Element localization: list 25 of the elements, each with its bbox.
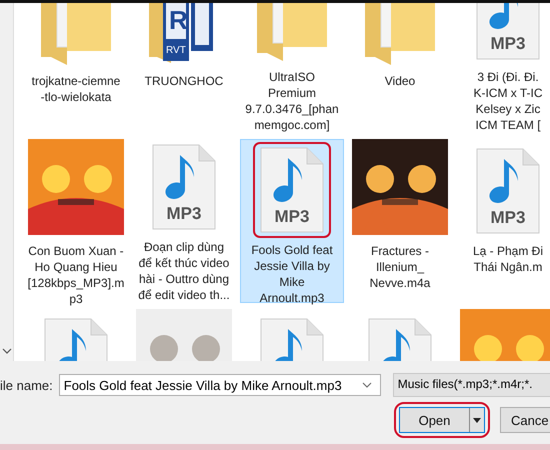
file-tile[interactable]: MP3 3 Đi (Đi. Đi. K-ICM x T-IC Kelsey x Zic ICM TEAM [ xyxy=(456,3,550,133)
file-tile[interactable]: Video xyxy=(348,3,452,133)
file-name: TRUONGHOC xyxy=(144,73,224,89)
caret-icon xyxy=(473,418,481,422)
file-tile[interactable]: MP3 Đoạn clip dùng để kết thúc video hài - Outtro dùng để edit video th... xyxy=(132,139,236,303)
file-name: Fractures - Illenium_ Nevve.m4a xyxy=(370,243,430,291)
file-name: UltraISO Premium 9.7.0.3476_[phan memgoc.com] xyxy=(245,69,339,133)
file-name: Fools Gold feat Jessie Villa by Mike Arnoult.mp3 xyxy=(251,242,333,306)
file-name: trojkatne-ciemne -tlo-wielokata xyxy=(32,73,120,105)
file-tile[interactable]: UltraISO Premium 9.7.0.3476_[phan memgoc.com] xyxy=(240,3,344,133)
file-tile[interactable]: MP3 Fools Gold feat Jessie Villa by Mike Arnoult.mp3 xyxy=(240,139,344,303)
file-type-dropdown[interactable]: Music files(*.mp3;*.m4r;*. xyxy=(392,373,550,397)
file-tile[interactable]: MP3 Lạ - Phạm Đi Thái Ngân.m xyxy=(456,139,550,303)
file-name: 3 Đi (Đi. Đi. K-ICM x T-IC Kelsey x Zic ICM TEAM [ xyxy=(473,69,543,133)
file-tile[interactable]: trojkatne-ciemne -tlo-wielokata xyxy=(24,3,128,133)
file-tile[interactable]: Fractures - Illenium_ Nevve.m4a xyxy=(348,139,452,303)
cancel-button[interactable]: Cance xyxy=(500,407,550,433)
file-name-field[interactable]: Fools Gold feat Jessie Villa by Mike Arnoult.mp3 xyxy=(58,374,381,396)
file-tile[interactable]: R RVT TRUONGHOC xyxy=(132,3,236,133)
file-name: Lạ - Phạm Đi Thái Ngân.m xyxy=(472,243,544,275)
chevron-down-icon[interactable] xyxy=(362,382,372,388)
file-name-label: ile name: xyxy=(0,378,53,392)
file-name: Đoạn clip dùng để kết thúc video hài - Outtro dùng để edit video th... xyxy=(138,239,230,303)
file-name: Video xyxy=(384,73,416,89)
chevron-down-icon[interactable] xyxy=(2,348,12,355)
